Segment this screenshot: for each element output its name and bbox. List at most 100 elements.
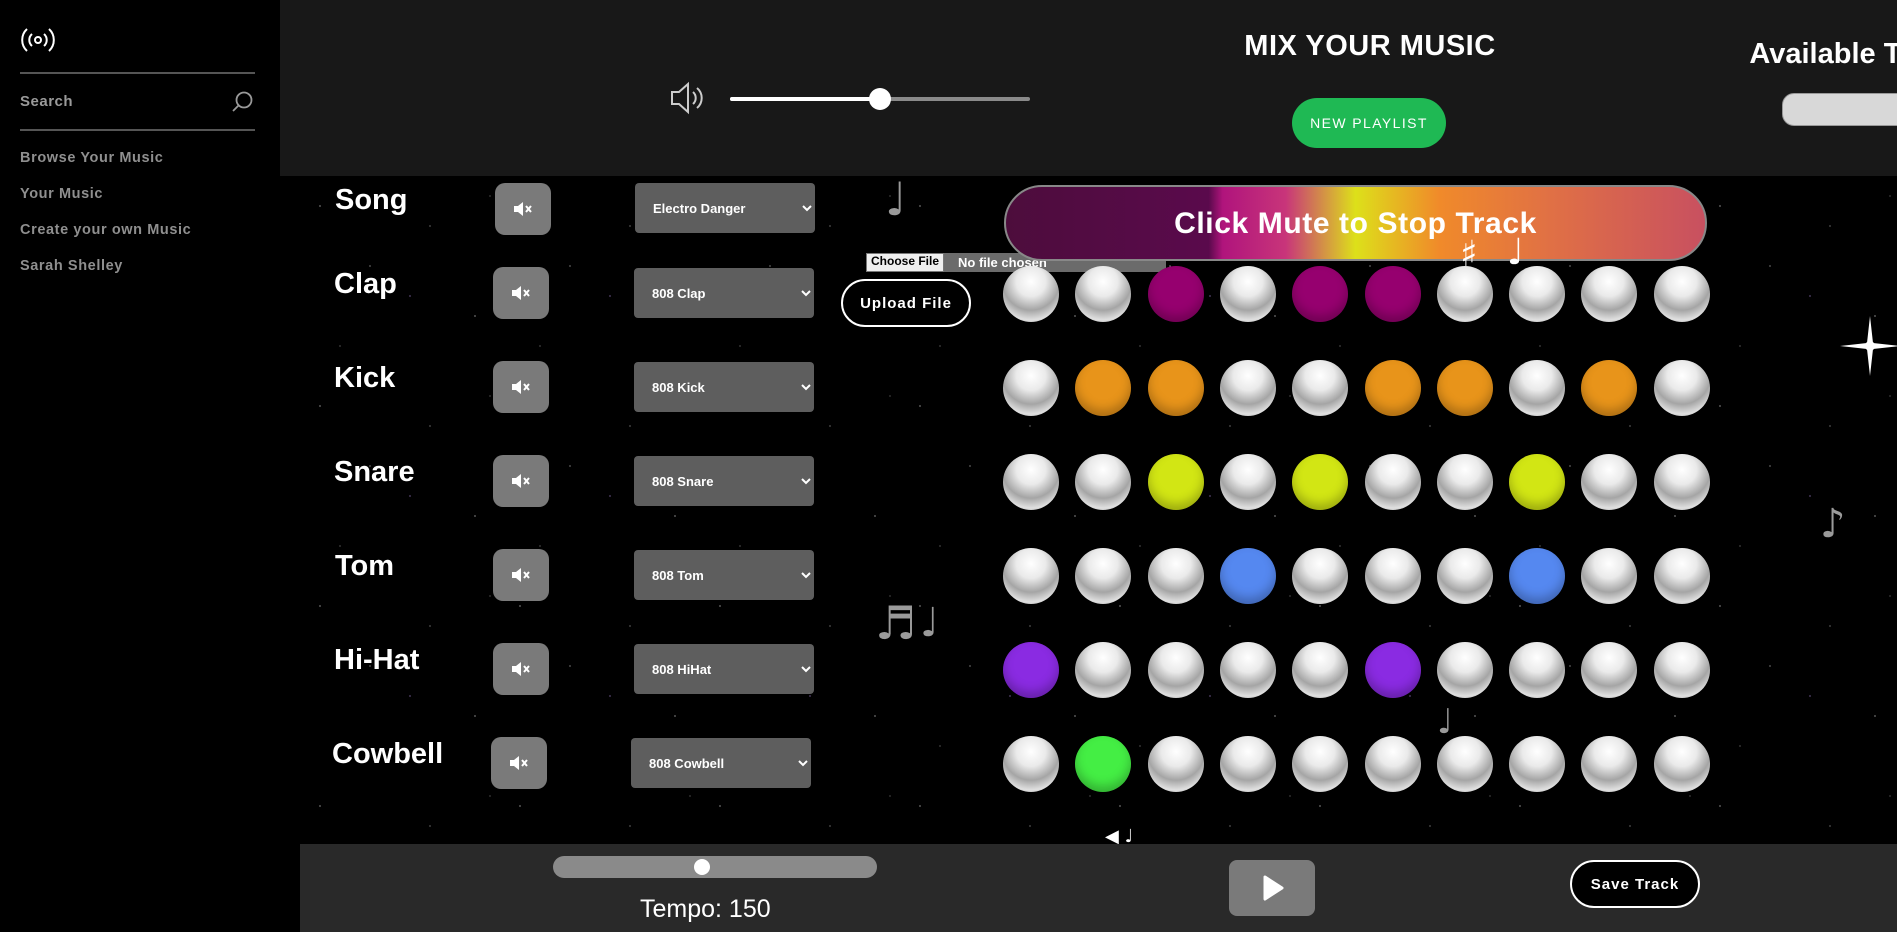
mute-button[interactable] [493,643,549,695]
beat-pad[interactable] [1509,642,1566,698]
beat-pad[interactable] [1292,454,1349,510]
broadcast-icon[interactable] [19,24,57,56]
beat-pad[interactable] [1003,642,1059,698]
beat-pad[interactable] [1436,736,1493,792]
beat-pad[interactable] [1003,454,1059,510]
beat-pad[interactable] [1147,360,1204,416]
sidebar-item-browse[interactable]: Browse Your Music [20,149,191,185]
tempo-label: Tempo: 150 [640,895,771,923]
beat-pad[interactable] [1075,736,1132,792]
sound-select[interactable]: 808 HiHat [634,644,814,694]
beat-pad[interactable] [1509,736,1566,792]
play-button[interactable] [1229,860,1315,916]
beat-pad[interactable] [1364,736,1421,792]
beat-pad[interactable] [1653,454,1710,510]
beat-pad[interactable] [1075,266,1132,322]
song-select[interactable]: Electro Danger [635,183,815,233]
tempo-slider[interactable] [553,856,877,878]
beat-pad[interactable] [1653,266,1710,322]
mute-button[interactable] [493,549,549,601]
beat-pad[interactable] [1292,266,1349,322]
beat-pad[interactable] [1581,360,1638,416]
music-note-icon: ♪ [1820,501,1846,547]
beat-pad[interactable] [1219,548,1276,604]
beat-pad[interactable] [1436,454,1493,510]
beat-pad[interactable] [1436,360,1493,416]
sound-select[interactable]: 808 Clap [634,268,814,318]
divider [20,72,255,74]
sidebar-item-profile[interactable]: Sarah Shelley [20,257,191,293]
beat-pad[interactable] [1292,736,1349,792]
sidebar-item-your-music[interactable]: Your Music [20,185,191,221]
beat-pad[interactable] [1436,642,1493,698]
beat-pad[interactable] [1219,642,1276,698]
beat-pad[interactable] [1653,360,1710,416]
beat-pad[interactable] [1509,360,1566,416]
search-input[interactable] [20,90,220,112]
header: MIX YOUR MUSIC NEW PLAYLIST Available Tr… [280,0,1897,176]
mute-button[interactable] [491,737,547,789]
beat-pad[interactable] [1147,454,1204,510]
beat-pad[interactable] [1003,736,1059,792]
mute-button[interactable] [493,361,549,413]
beat-pad[interactable] [1581,736,1638,792]
volume-slider[interactable] [730,88,1030,110]
mute-button[interactable] [493,267,549,319]
beat-pad[interactable] [1075,360,1132,416]
sound-select[interactable]: 808 Snare [634,456,814,506]
beat-pad[interactable] [1509,454,1566,510]
page-title: MIX YOUR MUSIC [1244,30,1496,62]
beat-pad[interactable] [1436,548,1493,604]
track-name: Snare [334,456,415,488]
search-icon[interactable] [231,90,255,114]
beat-pad[interactable] [1219,266,1276,322]
beat-pad[interactable] [1075,548,1132,604]
volume-thumb[interactable] [869,88,891,110]
beat-pad[interactable] [1653,548,1710,604]
beat-pad[interactable] [1581,454,1638,510]
mute-button[interactable] [493,455,549,507]
beat-pad[interactable] [1653,642,1710,698]
track-name: Clap [334,268,397,300]
beat-pad[interactable] [1364,360,1421,416]
beat-pad[interactable] [1292,360,1349,416]
upload-file-button[interactable]: Upload File [841,279,971,327]
beat-pad[interactable] [1147,548,1204,604]
beat-pad[interactable] [1147,642,1204,698]
beat-pad[interactable] [1147,736,1204,792]
beat-pad[interactable] [1581,266,1638,322]
beat-pad[interactable] [1364,642,1421,698]
available-tracks-select[interactable] [1782,93,1897,126]
choose-file-button[interactable]: Choose File [866,253,945,272]
speaker-icon[interactable] [668,78,708,118]
beat-pad[interactable] [1653,736,1710,792]
beat-pad[interactable] [1292,642,1349,698]
sidebar-item-create[interactable]: Create your own Music [20,221,191,257]
beat-pad[interactable] [1509,266,1566,322]
sound-select[interactable]: 808 Kick [634,362,814,412]
track-name: Hi-Hat [334,644,420,676]
beat-pad[interactable] [1581,548,1638,604]
beat-pad[interactable] [1364,548,1421,604]
sound-select[interactable]: 808 Tom [634,550,814,600]
beat-pad[interactable] [1581,642,1638,698]
beat-pad[interactable] [1075,454,1132,510]
beat-pad[interactable] [1075,642,1132,698]
beat-pad[interactable] [1219,454,1276,510]
sound-select[interactable]: 808 Cowbell [631,738,811,788]
save-track-button[interactable]: Save Track [1570,860,1700,908]
beat-pad[interactable] [1219,736,1276,792]
beat-pad[interactable] [1364,266,1421,322]
mute-icon [512,474,530,488]
beat-pad[interactable] [1003,548,1059,604]
tempo-thumb[interactable] [694,859,711,875]
beat-pad[interactable] [1003,360,1059,416]
beat-pad[interactable] [1003,266,1059,322]
beat-pad[interactable] [1147,266,1204,322]
beat-pad[interactable] [1364,454,1421,510]
new-playlist-button[interactable]: NEW PLAYLIST [1292,98,1446,148]
beat-pad[interactable] [1219,360,1276,416]
mute-button[interactable] [495,183,551,235]
beat-pad[interactable] [1509,548,1566,604]
beat-pad[interactable] [1292,548,1349,604]
